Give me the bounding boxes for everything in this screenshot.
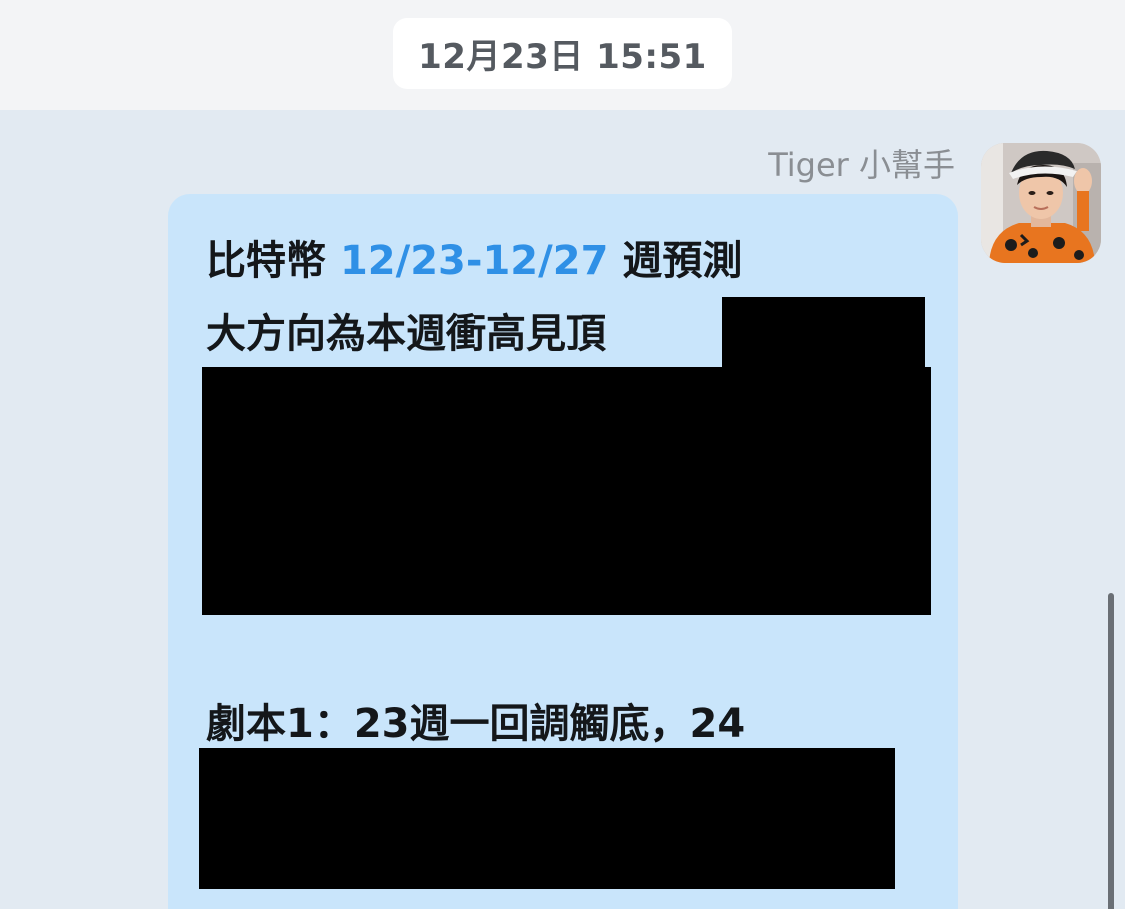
- message-line-1: 比特幣 12/23-12/27 週預測: [206, 241, 742, 281]
- sender-name[interactable]: Tiger 小幫手: [768, 140, 955, 186]
- sender-avatar[interactable]: [981, 143, 1101, 263]
- message-line-1-prefix: 比特幣: [206, 238, 340, 284]
- profile-photo-avatar-icon: [981, 143, 1101, 263]
- timestamp-pill: 12月23日 15:51: [393, 18, 732, 89]
- chat-screen: 12月23日 15:51 Tiger 小幫手 比特幣 12/23-12/27 週…: [0, 0, 1125, 909]
- vertical-scrollbar[interactable]: [1108, 593, 1114, 909]
- message-line-3: 劇本1：23週一回調觸底，24: [206, 701, 746, 747]
- message-line-2: 大方向為本週衝高見頂: [206, 311, 606, 357]
- timestamp-text: 12月23日 15:51: [418, 37, 707, 77]
- message-bubble[interactable]: 比特幣 12/23-12/27 週預測 大方向為本週衝高見頂 劇本1：23週一回…: [168, 194, 958, 909]
- redaction-block-2: [202, 367, 931, 615]
- redaction-block-1: [722, 297, 925, 371]
- message-line-1-suffix: 週預測: [608, 238, 743, 284]
- date-range-highlight: 12/23-12/27: [339, 238, 609, 284]
- redaction-block-3: [199, 748, 895, 889]
